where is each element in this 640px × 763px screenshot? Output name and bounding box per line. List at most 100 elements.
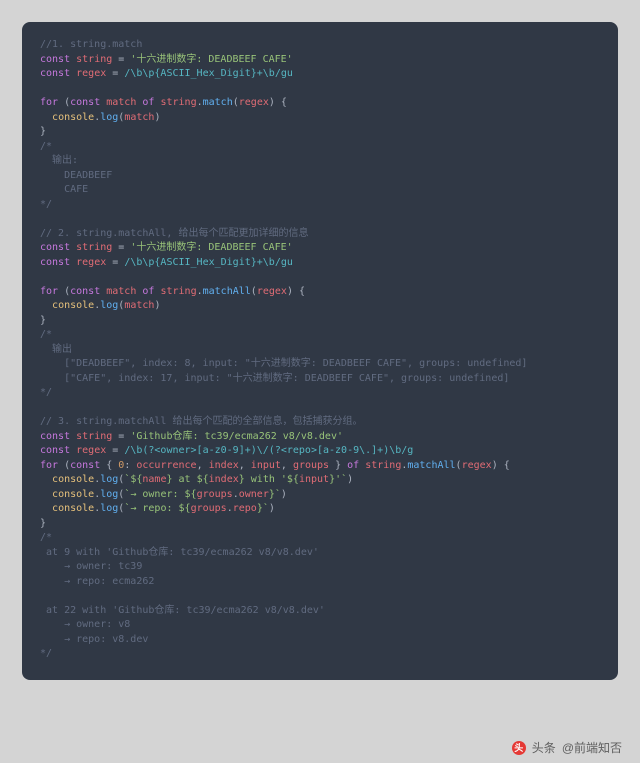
ident: regex <box>76 68 106 79</box>
kw-const: const <box>40 431 70 442</box>
code-block: //1. string.match const string = '十六进制数字… <box>22 22 618 680</box>
ident: console <box>52 503 94 514</box>
ident: groups <box>293 460 329 471</box>
string-literal: 'Github仓库: tc39/ecma262 v8/v8.dev' <box>130 431 343 442</box>
ident: string <box>160 97 196 108</box>
kw-const: const <box>40 54 70 65</box>
comment-output: /* 输出: DEADBEEF CAFE */ <box>40 141 112 210</box>
kw-of: of <box>142 97 154 108</box>
punct: ) <box>154 112 160 123</box>
ident: match <box>106 286 136 297</box>
fn: log <box>100 474 118 485</box>
ident: regex <box>239 97 269 108</box>
kw-const: const <box>70 97 100 108</box>
ident: regex <box>257 286 287 297</box>
ident: match <box>106 97 136 108</box>
ident: string <box>76 54 112 65</box>
ident: string <box>76 242 112 253</box>
ident: index <box>209 460 239 471</box>
fn: match <box>203 97 233 108</box>
punct: { <box>106 460 118 471</box>
tmpl: } at ${ <box>166 474 208 485</box>
punct: , <box>239 460 251 471</box>
punct: ) <box>154 300 160 311</box>
comment-output: /* at 9 with 'Github仓库: tc39/ecma262 v8/… <box>40 532 325 659</box>
kw-of: of <box>347 460 359 471</box>
tmpl: `→ repo: ${ <box>124 503 190 514</box>
op: = <box>106 257 124 268</box>
comment: // 3. string.matchAll 给出每个匹配的全部信息，包括捕获分组… <box>40 416 362 427</box>
watermark-author: @前端知否 <box>562 740 622 757</box>
punct: , <box>197 460 209 471</box>
fn: matchAll <box>203 286 251 297</box>
kw-const: const <box>40 242 70 253</box>
ident: input <box>299 474 329 485</box>
ident: regex <box>76 445 106 456</box>
ident: string <box>160 286 196 297</box>
watermark-source: 头条 <box>532 740 556 757</box>
string-literal: '十六进制数字: DEADBEEF CAFE' <box>130 242 292 253</box>
punct: ( <box>58 286 70 297</box>
punct: ( <box>58 97 70 108</box>
fn: log <box>100 112 118 123</box>
ident: input <box>251 460 281 471</box>
kw-of: of <box>142 286 154 297</box>
kw-for: for <box>40 97 58 108</box>
fn: log <box>100 489 118 500</box>
tmpl: `→ owner: ${ <box>124 489 196 500</box>
ident: console <box>52 300 94 311</box>
regex-literal: /\b\p{ASCII_Hex_Digit}+\b/gu <box>124 68 293 79</box>
ident: occurrence <box>136 460 196 471</box>
punct: } <box>40 315 46 326</box>
punct: } <box>40 126 46 137</box>
punct: ) { <box>492 460 510 471</box>
kw-const: const <box>40 257 70 268</box>
comment: // 2. string.matchAll, 给出每个匹配更加详细的信息 <box>40 228 308 239</box>
op: = <box>112 242 130 253</box>
ident: string <box>76 431 112 442</box>
punct: } <box>329 460 347 471</box>
code-content: //1. string.match const string = '十六进制数字… <box>40 38 600 662</box>
kw-const: const <box>70 460 100 471</box>
tmpl: }` <box>257 503 269 514</box>
ident: console <box>52 474 94 485</box>
kw-const: const <box>40 68 70 79</box>
ident: regex <box>76 257 106 268</box>
kw-const: const <box>70 286 100 297</box>
regex-literal: /\b\p{ASCII_Hex_Digit}+\b/gu <box>124 257 293 268</box>
kw-const: const <box>40 445 70 456</box>
prop: repo <box>233 503 257 514</box>
tmpl: } with '${ <box>239 474 299 485</box>
fn: log <box>100 300 118 311</box>
op: = <box>112 431 130 442</box>
toutiao-logo-icon: 头 <box>512 741 526 755</box>
ident: console <box>52 489 94 500</box>
string-literal: '十六进制数字: DEADBEEF CAFE' <box>130 54 292 65</box>
op: = <box>106 68 124 79</box>
punct: : <box>124 460 136 471</box>
ident: name <box>142 474 166 485</box>
kw-for: for <box>40 286 58 297</box>
punct: ) <box>347 474 353 485</box>
comment-output: /* 输出 ["DEADBEEF", index: 8, input: "十六进… <box>40 329 527 398</box>
ident: match <box>124 112 154 123</box>
ident: string <box>365 460 401 471</box>
tmpl: }'` <box>329 474 347 485</box>
fn: matchAll <box>407 460 455 471</box>
op: = <box>106 445 124 456</box>
ident: index <box>209 474 239 485</box>
punct: ) { <box>269 97 287 108</box>
kw-for: for <box>40 460 58 471</box>
regex-literal: /\b(?<owner>[a-z0-9]+)\/(?<repo>[a-z0-9\… <box>124 445 413 456</box>
punct: } <box>40 518 46 529</box>
watermark: 头 头条 @前端知否 <box>512 740 622 757</box>
ident: groups <box>197 489 233 500</box>
punct: ) { <box>287 286 305 297</box>
comment: //1. string.match <box>40 39 142 50</box>
ident: match <box>124 300 154 311</box>
fn: log <box>100 503 118 514</box>
punct: ) <box>281 489 287 500</box>
punct: ) <box>269 503 275 514</box>
ident: groups <box>191 503 227 514</box>
punct: ( <box>58 460 70 471</box>
